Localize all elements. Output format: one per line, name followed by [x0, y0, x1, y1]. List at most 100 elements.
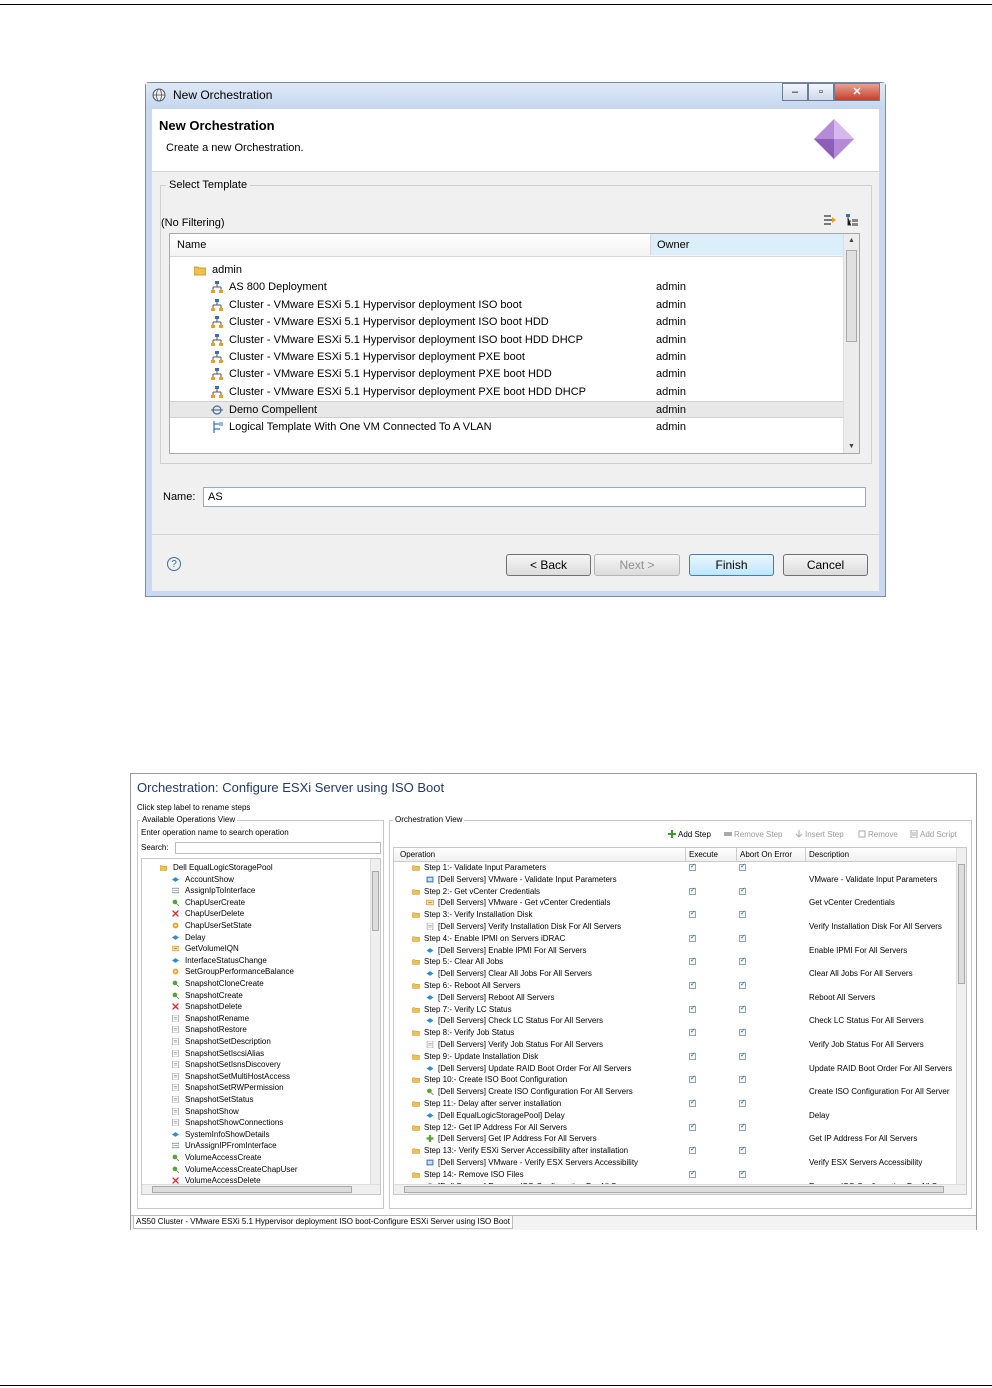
scroll-down-arrow-icon[interactable]: ▼	[848, 443, 855, 450]
execute-checkbox[interactable]	[689, 862, 696, 871]
maximize-button[interactable]: ▫	[808, 83, 834, 101]
execute-checkbox[interactable]	[689, 1145, 696, 1155]
step-label[interactable]: Step 9:- Update Installation Disk	[424, 1052, 538, 1061]
col-abort-on-error[interactable]: Abort On Error	[740, 850, 792, 859]
add-step-button[interactable]: Add Step	[668, 830, 711, 839]
operation-search-input[interactable]	[175, 842, 381, 854]
back-button[interactable]: < Back	[506, 554, 591, 576]
dialog-titlebar[interactable]: New Orchestration ‒ ▫ ✕	[146, 83, 885, 109]
step-label[interactable]: Step 5:- Clear All Jobs	[424, 957, 503, 966]
abort-on-error-checkbox[interactable]	[739, 909, 746, 919]
step-label[interactable]: Step 7:- Verify LC Status	[424, 1005, 512, 1014]
abort-on-error-checkbox[interactable]	[739, 980, 746, 989]
step-label[interactable]: Step 6:- Reboot All Servers	[424, 981, 521, 990]
template-row[interactable]: AS 800 Deployment admin	[170, 279, 844, 296]
step-label[interactable]: Step 4:- Enable IPMI on Servers iDRAC	[424, 934, 565, 943]
execute-checkbox[interactable]	[689, 1004, 696, 1013]
abort-on-error-checkbox[interactable]	[739, 1051, 746, 1060]
template-tree[interactable]: Name Owner admin AS 800 Deployment admin Cl…	[169, 233, 860, 454]
step-row[interactable]: Step 13:- Verify ESXi Server Accessibili…	[394, 1145, 958, 1157]
operation-row[interactable]: [Dell Servers] Get IP Address For All Se…	[394, 1133, 958, 1145]
template-row[interactable]: admin	[170, 262, 844, 279]
grid-vscroll-thumb[interactable]	[958, 864, 965, 984]
operations-tree[interactable]: Dell EqualLogicStoragePool AccountShow Ass…	[141, 858, 381, 1195]
execute-checkbox[interactable]	[689, 1027, 696, 1037]
grid-hscrollbar[interactable]	[394, 1184, 966, 1194]
execute-checkbox[interactable]	[689, 1122, 696, 1131]
abort-on-error-checkbox[interactable]	[739, 1004, 746, 1013]
step-label[interactable]: Step 8:- Verify Job Status	[424, 1028, 514, 1037]
close-button[interactable]: ✕	[834, 83, 880, 101]
step-row[interactable]: Step 12:- Get IP Address For All Servers	[394, 1122, 958, 1134]
operation-row[interactable]: [Dell Servers] Create ISO Configuration …	[394, 1086, 958, 1098]
operations-vscrollbar[interactable]	[370, 859, 380, 1194]
minimize-button[interactable]: ‒	[782, 83, 808, 101]
template-row[interactable]: Cluster - VMware ESXi 5.1 Hypervisor dep…	[170, 349, 844, 366]
grid-vscrollbar[interactable]	[956, 848, 966, 1194]
remove-button[interactable]: Remove	[858, 830, 898, 839]
template-row[interactable]: Cluster - VMware ESXi 5.1 Hypervisor dep…	[170, 297, 844, 314]
scroll-thumb[interactable]	[846, 250, 857, 342]
operation-row[interactable]: [Dell Servers] Verify Job Status For All…	[394, 1039, 958, 1051]
help-icon[interactable]: ?	[167, 557, 181, 571]
template-row[interactable]: Demo Compellent admin	[170, 401, 844, 419]
execute-checkbox[interactable]	[689, 1074, 696, 1084]
step-label[interactable]: Step 12:- Get IP Address For All Servers	[424, 1123, 567, 1132]
template-row[interactable]: Logical Template With One VM Connected T…	[170, 419, 844, 436]
abort-on-error-checkbox[interactable]	[739, 1122, 746, 1131]
operation-row[interactable]: [Dell Servers] Reboot All Servers Reboot …	[394, 992, 958, 1004]
step-row[interactable]: Step 9:- Update Installation Disk	[394, 1051, 958, 1063]
operation-row[interactable]: [Dell Servers] Verify Installation Disk …	[394, 921, 958, 933]
name-input[interactable]: AS	[203, 487, 866, 507]
execute-checkbox[interactable]	[689, 1051, 696, 1060]
cancel-button[interactable]: Cancel	[783, 554, 868, 576]
execute-checkbox[interactable]	[689, 1098, 696, 1107]
step-row[interactable]: Step 3:- Verify Installation Disk	[394, 909, 958, 921]
step-row[interactable]: Step 4:- Enable IPMI on Servers iDRAC	[394, 933, 958, 945]
abort-on-error-checkbox[interactable]	[739, 1169, 746, 1178]
step-row[interactable]: Step 14:- Remove ISO Files	[394, 1169, 958, 1181]
tree-view-icon[interactable]	[845, 213, 859, 227]
step-row[interactable]: Step 8:- Verify Job Status	[394, 1027, 958, 1039]
step-row[interactable]: Step 6:- Reboot All Servers	[394, 980, 958, 992]
col-execute[interactable]: Execute	[689, 850, 718, 859]
abort-on-error-checkbox[interactable]	[739, 1027, 746, 1037]
template-row[interactable]: Cluster - VMware ESXi 5.1 Hypervisor dep…	[170, 332, 844, 349]
template-row[interactable]: Cluster - VMware ESXi 5.1 Hypervisor dep…	[170, 314, 844, 331]
abort-on-error-checkbox[interactable]	[739, 933, 746, 942]
column-owner-cell[interactable]: Owner	[650, 234, 845, 255]
abort-on-error-checkbox[interactable]	[739, 862, 746, 871]
execute-checkbox[interactable]	[689, 956, 696, 966]
operation-row[interactable]: [Dell Servers] VMware - Validate Input P…	[394, 874, 958, 886]
scroll-up-arrow-icon[interactable]: ▲	[848, 237, 855, 244]
execute-checkbox[interactable]	[689, 933, 696, 942]
operation-row[interactable]: [Dell Servers] VMware - Verify ESX Serve…	[394, 1157, 958, 1169]
execute-checkbox[interactable]	[689, 909, 696, 919]
step-row[interactable]: Step 7:- Verify LC Status	[394, 1004, 958, 1016]
add-script-button[interactable]: Add Script	[910, 830, 957, 839]
execute-checkbox[interactable]	[689, 886, 696, 895]
step-label[interactable]: Step 14:- Remove ISO Files	[424, 1170, 524, 1179]
execute-checkbox[interactable]	[689, 1169, 696, 1178]
operation-row[interactable]: [Dell Servers] Clear All Jobs For All Se…	[394, 968, 958, 980]
step-row[interactable]: Step 2:- Get vCenter Credentials	[394, 886, 958, 898]
filter-icon[interactable]	[823, 213, 837, 227]
operation-row[interactable]: [Dell EqualLogicStoragePool] Delay Delay	[394, 1110, 958, 1122]
column-name[interactable]: Name	[177, 239, 206, 251]
operation-row[interactable]: [Dell Servers] Check LC Status For All S…	[394, 1015, 958, 1027]
operation-row[interactable]: [Dell Servers] Enable IPMI For All Serve…	[394, 945, 958, 957]
execute-checkbox[interactable]	[689, 980, 696, 989]
step-row[interactable]: Step 1:- Validate Input Parameters	[394, 862, 958, 874]
abort-on-error-checkbox[interactable]	[739, 886, 746, 895]
step-row[interactable]: Step 10:- Create ISO Boot Configuration	[394, 1074, 958, 1086]
next-button[interactable]: Next >	[594, 554, 680, 576]
tree-scrollbar[interactable]: ▲ ▼	[843, 234, 859, 453]
step-label[interactable]: Step 11:- Delay after server installatio…	[424, 1099, 561, 1108]
template-row[interactable]: Cluster - VMware ESXi 5.1 Hypervisor dep…	[170, 366, 844, 383]
step-label[interactable]: Step 2:- Get vCenter Credentials	[424, 887, 540, 896]
operations-hscroll-thumb[interactable]	[152, 1186, 352, 1193]
grid-hscroll-thumb[interactable]	[404, 1186, 944, 1193]
abort-on-error-checkbox[interactable]	[739, 1145, 746, 1155]
abort-on-error-checkbox[interactable]	[739, 1074, 746, 1084]
step-label[interactable]: Step 1:- Validate Input Parameters	[424, 863, 546, 872]
